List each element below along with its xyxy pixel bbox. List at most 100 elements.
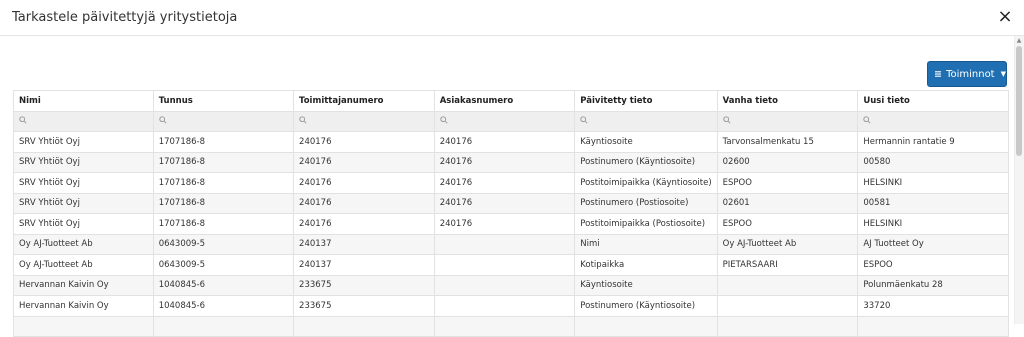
table-cell: Postitoimipaikka (Käyntiosoite)	[574, 172, 718, 194]
column-filter[interactable]	[574, 110, 718, 132]
table-cell: Postinumero (Käyntiosoite)	[574, 151, 718, 173]
table-cell: Käyntiosoite	[574, 274, 718, 296]
scroll-up-icon[interactable]: ▲	[1014, 36, 1024, 46]
table-cell: 240176	[433, 151, 576, 173]
table-cell: 1707186-8	[152, 213, 295, 235]
search-icon	[159, 116, 167, 124]
table-cell: PIETARSAARI	[716, 254, 859, 276]
table-cell: 240176	[293, 192, 435, 214]
dialog-title: Tarkastele päivitettyjä yritystietoja	[12, 10, 238, 25]
table-cell	[857, 315, 1009, 337]
column-header[interactable]: Nimi	[13, 90, 154, 112]
dialog-header: Tarkastele päivitettyjä yritystietoja ×	[0, 0, 1024, 36]
search-icon	[19, 116, 27, 124]
actions-label: Toiminnot	[946, 68, 995, 80]
table-cell: Nimi	[574, 233, 718, 255]
table-cell: Postitoimipaikka (Postiosoite)	[574, 213, 718, 235]
column-header[interactable]: Uusi tieto	[857, 90, 1009, 112]
table-row[interactable]	[13, 315, 1009, 337]
caret-down-icon: ▼	[1000, 70, 1006, 78]
table-cell: 1707186-8	[152, 172, 295, 194]
table-cell: ESPOO	[716, 172, 859, 194]
table-cell: 33720	[857, 295, 1009, 317]
table-cell: 240137	[293, 254, 435, 276]
table-cell	[574, 315, 718, 337]
table-row[interactable]: Hervannan Kaivin Oy 1040845-6 233675 Postin…	[13, 295, 1009, 317]
table-cell	[716, 295, 859, 317]
search-icon	[863, 116, 871, 124]
dialog: Tarkastele päivitettyjä yritystietoja × …	[0, 0, 1024, 337]
column-header[interactable]: Tunnus	[152, 90, 295, 112]
table-row[interactable]: SRV Yhtiöt Oyj 1707186-8 240176 240176 Käynt…	[13, 131, 1009, 153]
table-body: SRV Yhtiöt Oyj 1707186-8 240176 240176 Käynt…	[13, 131, 1009, 337]
scroll-thumb[interactable]	[1016, 46, 1022, 156]
table-cell: 02600	[716, 151, 859, 173]
table-cell: Oy AJ-Tuotteet Ab	[716, 233, 859, 255]
table-cell: SRV Yhtiöt Oyj	[13, 192, 154, 214]
table-row[interactable]: Oy AJ-Tuotteet Ab 0643009-5 240137 Nimi Oy A…	[13, 233, 1009, 255]
table-cell: 240176	[433, 172, 576, 194]
table-cell: 00581	[857, 192, 1009, 214]
table-cell: ESPOO	[716, 213, 859, 235]
table-cell: Hervannan Kaivin Oy	[13, 274, 154, 296]
table-cell: SRV Yhtiöt Oyj	[13, 151, 154, 173]
table-cell: 240176	[433, 213, 576, 235]
column-filter[interactable]	[857, 110, 1009, 132]
close-icon[interactable]: ×	[996, 7, 1014, 27]
column-filter[interactable]	[152, 110, 295, 132]
table-row[interactable]: Hervannan Kaivin Oy 1040845-6 233675 Käynti…	[13, 274, 1009, 296]
table-cell	[716, 274, 859, 296]
table-cell: 0643009-5	[152, 233, 295, 255]
table-cell	[152, 315, 295, 337]
table-row[interactable]: SRV Yhtiöt Oyj 1707186-8 240176 240176 Posti…	[13, 151, 1009, 173]
table-cell: SRV Yhtiöt Oyj	[13, 131, 154, 153]
search-icon	[580, 116, 588, 124]
table-cell	[716, 315, 859, 337]
table-cell: 240137	[293, 233, 435, 255]
table-header-row: Nimi Tunnus Toimittajanumero Asiakasnumero P…	[13, 90, 1009, 112]
column-filter[interactable]	[293, 110, 435, 132]
table-cell: 240176	[293, 172, 435, 194]
table-cell: AJ Tuotteet Oy	[857, 233, 1009, 255]
table-row[interactable]: Oy AJ-Tuotteet Ab 0643009-5 240137 Kotipaik…	[13, 254, 1009, 276]
vertical-scrollbar[interactable]: ▲	[1014, 36, 1024, 324]
column-header[interactable]: Vanha tieto	[716, 90, 859, 112]
column-header[interactable]: Toimittajanumero	[293, 90, 435, 112]
table-cell: 240176	[293, 151, 435, 173]
table-row[interactable]: SRV Yhtiöt Oyj 1707186-8 240176 240176 Posti…	[13, 172, 1009, 194]
table-cell: Oy AJ-Tuotteet Ab	[13, 254, 154, 276]
table-cell: SRV Yhtiöt Oyj	[13, 172, 154, 194]
table-cell: Postinumero (Käyntiosoite)	[574, 295, 718, 317]
table-cell	[13, 315, 154, 337]
column-header[interactable]: Asiakasnumero	[433, 90, 576, 112]
filter-row	[13, 110, 1009, 132]
table-cell: 240176	[293, 213, 435, 235]
table-cell	[433, 315, 576, 337]
table-cell: Hermannin rantatie 9	[857, 131, 1009, 153]
table-cell: ESPOO	[857, 254, 1009, 276]
table-cell: 1707186-8	[152, 131, 295, 153]
dialog-body: Toiminnot ▼ Nimi Tunnus Toimittajanumero As…	[10, 36, 1010, 337]
column-filter[interactable]	[433, 110, 576, 132]
table-row[interactable]: SRV Yhtiöt Oyj 1707186-8 240176 240176 Posti…	[13, 213, 1009, 235]
column-filter[interactable]	[13, 110, 154, 132]
table-cell: 233675	[293, 295, 435, 317]
table-cell: 00580	[857, 151, 1009, 173]
table-cell: HELSINKI	[857, 172, 1009, 194]
table-cell: HELSINKI	[857, 213, 1009, 235]
table-cell: 1707186-8	[152, 192, 295, 214]
table-cell: SRV Yhtiöt Oyj	[13, 213, 154, 235]
table-cell: Käyntiosoite	[574, 131, 718, 153]
table-cell: 240176	[433, 192, 576, 214]
table-cell	[433, 254, 576, 276]
table-cell	[433, 233, 576, 255]
table-cell: 1040845-6	[152, 274, 295, 296]
table-cell	[433, 295, 576, 317]
column-filter[interactable]	[716, 110, 859, 132]
table-cell: Hervannan Kaivin Oy	[13, 295, 154, 317]
table-cell: Tarvonsalmenkatu 15	[716, 131, 859, 153]
table-cell: 0643009-5	[152, 254, 295, 276]
actions-button[interactable]: Toiminnot ▼	[927, 61, 1007, 87]
table-row[interactable]: SRV Yhtiöt Oyj 1707186-8 240176 240176 Posti…	[13, 192, 1009, 214]
column-header[interactable]: Päivitetty tieto	[574, 90, 718, 112]
